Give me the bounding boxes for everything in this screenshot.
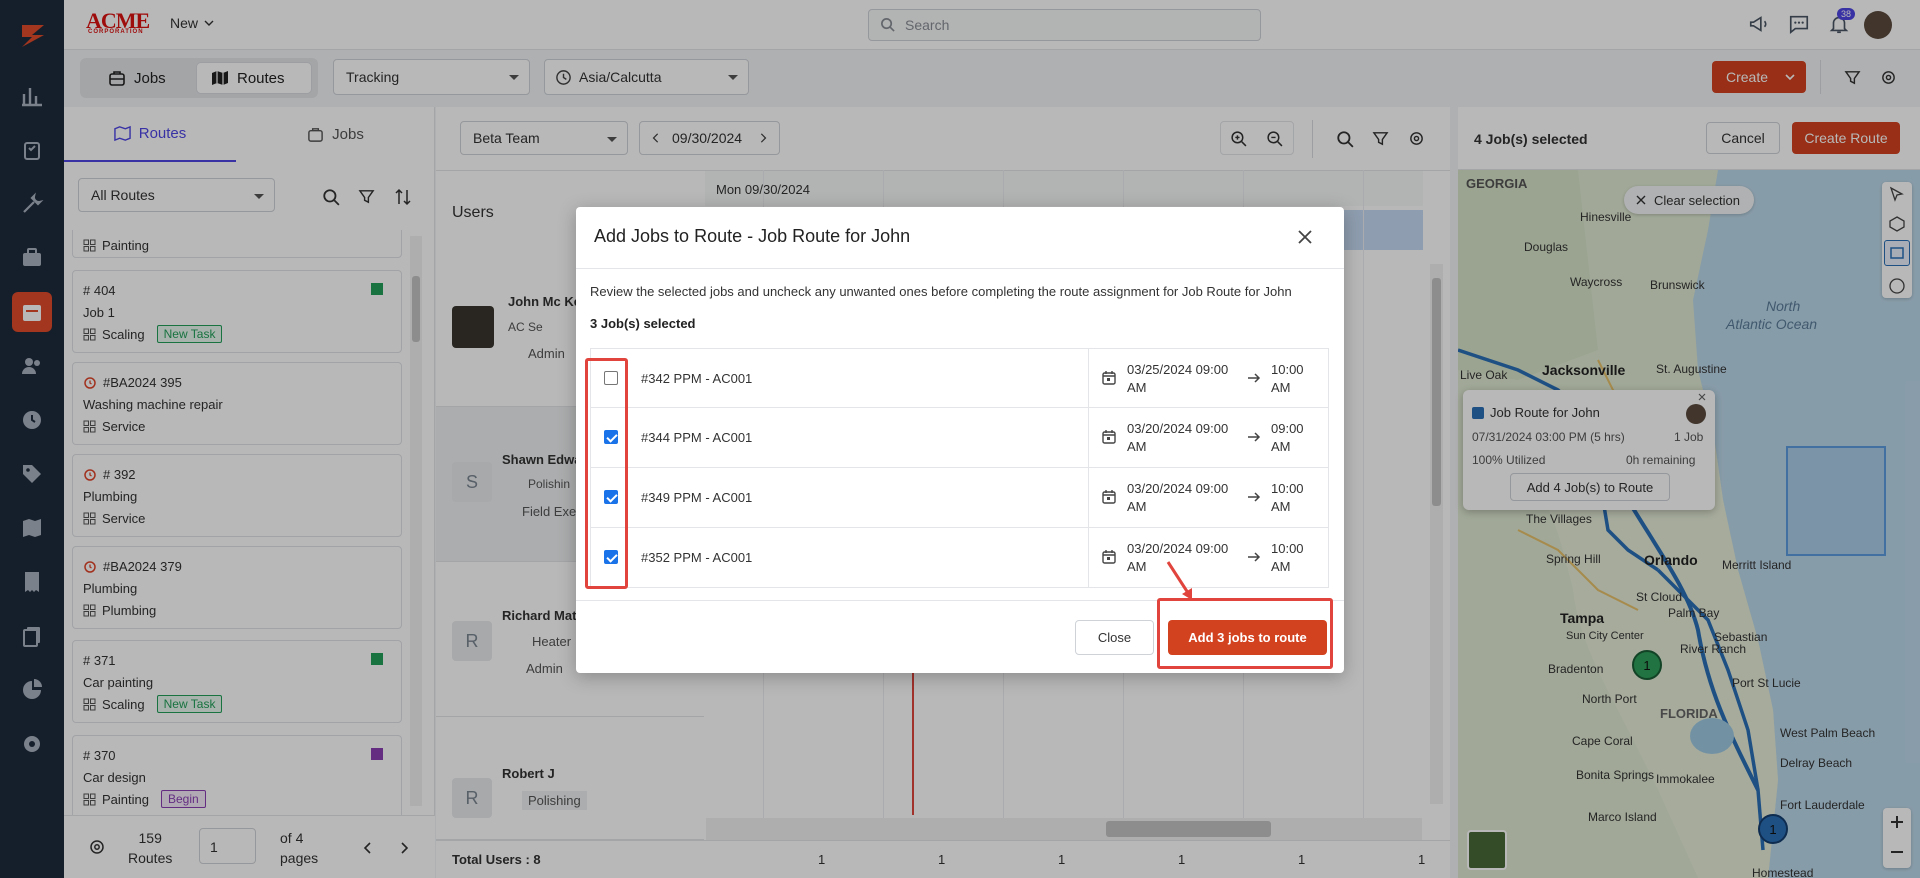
- divider: [1088, 349, 1089, 408]
- annotation-arrow-icon: [1166, 561, 1192, 600]
- arrow-right-icon: [1247, 490, 1261, 504]
- close-icon[interactable]: [1296, 228, 1314, 246]
- job-start: 03/20/2024 09:00 AM: [1127, 481, 1229, 514]
- job-row: #344 PPM - AC001 03/20/2024 09:00 AM 09:…: [590, 408, 1329, 468]
- job-end: 10:00 AM: [1271, 481, 1304, 514]
- job-end: 10:00 AM: [1271, 541, 1304, 574]
- job-start: 03/20/2024 09:00 AM: [1127, 421, 1229, 454]
- modal-description: Review the selected jobs and uncheck any…: [590, 284, 1292, 299]
- job-row: #352 PPM - AC001 03/20/2024 09:00 AM 10:…: [590, 528, 1329, 588]
- divider: [1088, 528, 1089, 587]
- selected-jobs-count: 3 Job(s) selected: [590, 316, 696, 331]
- job-row: #342 PPM - AC001 03/25/2024 09:00 AM 10:…: [590, 348, 1329, 408]
- job-row: #349 PPM - AC001 03/20/2024 09:00 AM 10:…: [590, 468, 1329, 528]
- add-button-highlight: [1157, 598, 1333, 669]
- close-button[interactable]: Close: [1075, 620, 1154, 655]
- divider: [1088, 468, 1089, 527]
- calendar-icon: [1101, 549, 1117, 565]
- calendar-icon: [1101, 429, 1117, 445]
- calendar-icon: [1101, 489, 1117, 505]
- job-end: 09:00 AM: [1271, 421, 1304, 454]
- job-start: 03/25/2024 09:00 AM: [1127, 362, 1229, 395]
- modal-title: Add Jobs to Route - Job Route for John: [594, 226, 911, 246]
- job-name: #349 PPM - AC001: [641, 490, 753, 505]
- divider: [1088, 408, 1089, 467]
- job-name: #352 PPM - AC001: [641, 550, 753, 565]
- arrow-right-icon: [1247, 371, 1261, 385]
- calendar-icon: [1101, 370, 1117, 386]
- arrow-right-icon: [1247, 430, 1261, 444]
- job-end: 10:00 AM: [1271, 362, 1304, 395]
- job-name: #342 PPM - AC001: [641, 371, 753, 386]
- job-name: #344 PPM - AC001: [641, 430, 753, 445]
- divider: [576, 268, 1344, 269]
- checkbox-highlight: [585, 358, 628, 589]
- arrow-right-icon: [1247, 550, 1261, 564]
